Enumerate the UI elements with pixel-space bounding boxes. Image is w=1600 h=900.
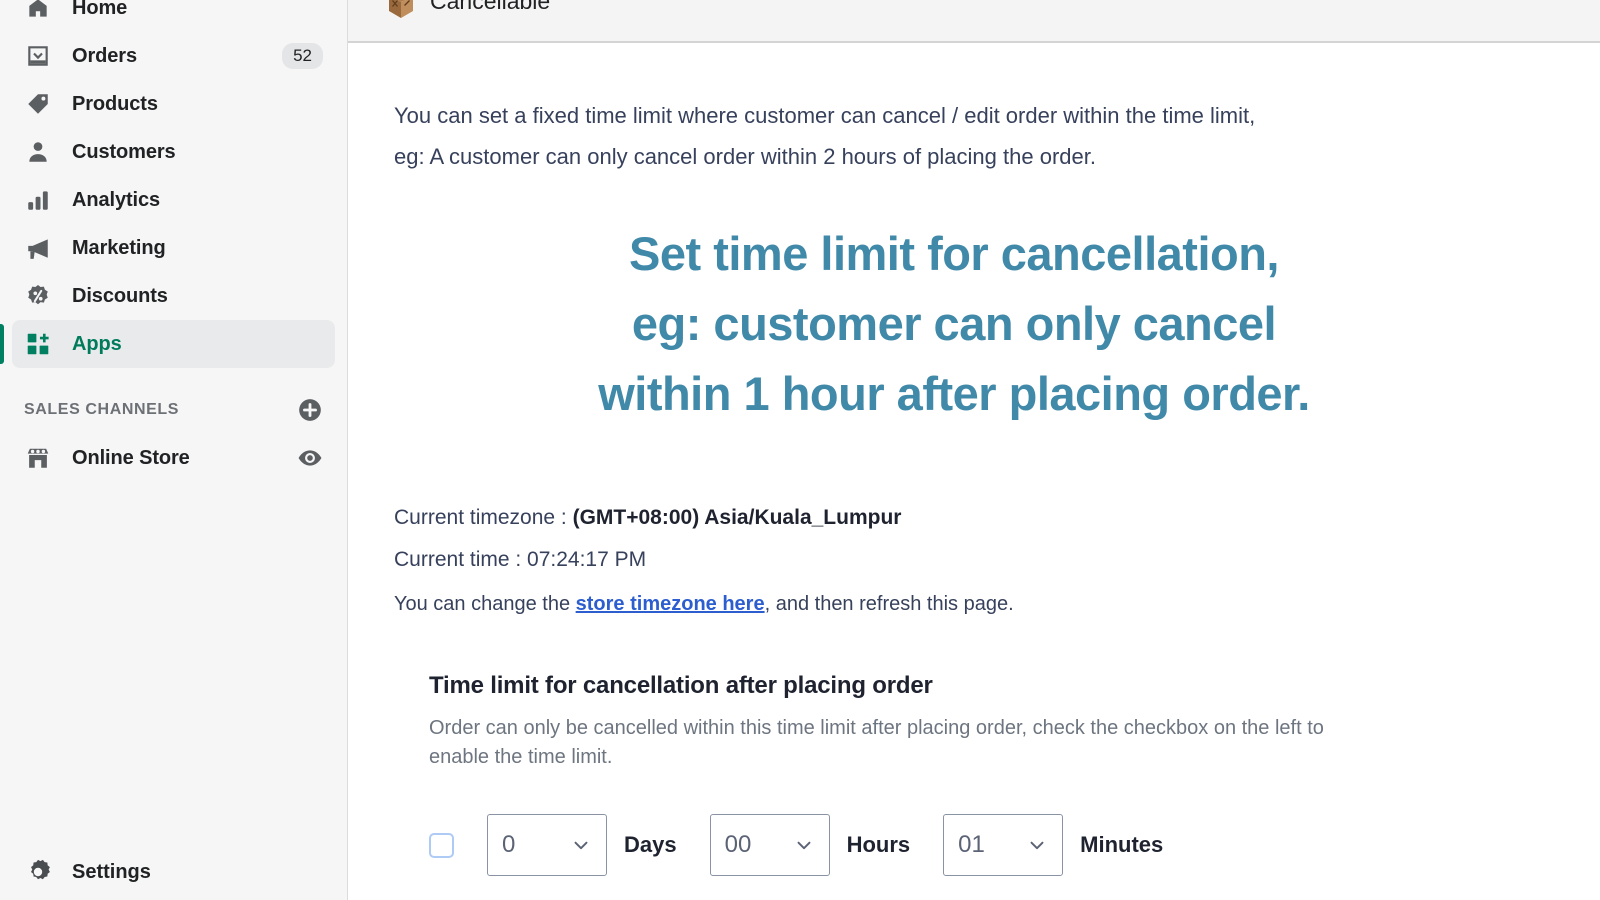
cancellable-box-icon bbox=[386, 0, 416, 27]
eye-icon[interactable] bbox=[297, 445, 323, 471]
app-header-bar: Cancellable bbox=[348, 0, 1600, 43]
storefront-icon bbox=[24, 444, 52, 472]
sidebar-item-label: Settings bbox=[72, 860, 151, 883]
sidebar-item-label: Discounts bbox=[72, 284, 168, 307]
sidebar-item-label: Customers bbox=[72, 140, 176, 163]
hero-line-3: within 1 hour after placing order. bbox=[598, 367, 1310, 420]
sidebar-item-label: Products bbox=[72, 92, 158, 115]
sidebar-item-label: Orders bbox=[72, 44, 137, 67]
current-time-row: Current time : 07:24:17 PM bbox=[394, 548, 647, 571]
change-timezone-prefix: You can change the bbox=[394, 593, 576, 615]
app-title: Cancellable bbox=[430, 0, 551, 14]
intro-line-2: eg: A customer can only cancel order wit… bbox=[394, 144, 1096, 169]
hero-line-1: Set time limit for cancellation, bbox=[629, 227, 1280, 280]
hours-select[interactable]: 00 bbox=[709, 814, 830, 876]
megaphone-icon bbox=[24, 234, 52, 262]
sidebar-item-label: Apps bbox=[72, 332, 122, 355]
primary-nav: Home Orders 52 Products Customers Analyt… bbox=[0, 0, 347, 482]
time-limit-controls-row: 0 Days 00 Hours 01 Minutes bbox=[429, 814, 1600, 876]
current-timezone-label: Current timezone : bbox=[394, 506, 573, 529]
sidebar-item-label: Analytics bbox=[72, 188, 161, 211]
page-body: You can set a fixed time limit where cus… bbox=[348, 95, 1600, 876]
app-root: Home Orders 52 Products Customers Analyt… bbox=[0, 0, 1600, 900]
sidebar-item-discounts[interactable]: Discounts bbox=[12, 272, 335, 320]
active-indicator-bar bbox=[0, 324, 4, 364]
main-content: Cancellable You can set a fixed time lim… bbox=[348, 0, 1600, 900]
gear-icon bbox=[24, 858, 52, 886]
apps-grid-plus-icon bbox=[24, 330, 52, 358]
hours-select-value: 00 bbox=[724, 831, 752, 858]
setting-title: Time limit for cancellation after placin… bbox=[429, 672, 933, 699]
discount-percent-icon bbox=[24, 282, 52, 310]
timezone-block: Current timezone : (GMT+08:00) Asia/Kual… bbox=[394, 497, 1600, 624]
sidebar-item-analytics[interactable]: Analytics bbox=[12, 176, 335, 224]
current-timezone-row: Current timezone : (GMT+08:00) Asia/Kual… bbox=[394, 497, 1600, 539]
hero-line-2: eg: customer can only cancel bbox=[631, 297, 1277, 350]
enable-time-limit-checkbox[interactable] bbox=[429, 832, 454, 858]
hours-unit-label: Hours bbox=[846, 832, 911, 857]
tag-icon bbox=[24, 90, 52, 118]
minutes-select[interactable]: 01 bbox=[943, 814, 1064, 876]
chevron-down-icon bbox=[793, 834, 815, 856]
plus-circle-icon[interactable] bbox=[297, 397, 323, 423]
intro-paragraph: You can set a fixed time limit where cus… bbox=[394, 95, 1394, 177]
sales-channels-section-header: SALES CHANNELS bbox=[12, 386, 335, 434]
sidebar-item-apps[interactable]: Apps bbox=[0, 320, 335, 368]
hero-heading: Set time limit for cancellation, eg: cus… bbox=[394, 219, 1514, 429]
sidebar-item-label: Home bbox=[72, 0, 128, 19]
change-timezone-row: You can change the store timezone here, … bbox=[394, 584, 1600, 624]
sidebar-item-settings[interactable]: Settings bbox=[0, 844, 347, 900]
current-timezone-value: (GMT+08:00) Asia/Kuala_Lumpur bbox=[572, 506, 902, 529]
home-icon bbox=[24, 0, 52, 22]
sidebar-item-products[interactable]: Products bbox=[12, 80, 335, 128]
orders-inbox-icon bbox=[24, 42, 52, 70]
sidebar-item-label: Marketing bbox=[72, 236, 166, 259]
chevron-down-icon bbox=[570, 834, 592, 856]
days-unit-label: Days bbox=[624, 832, 677, 857]
section-label: SALES CHANNELS bbox=[24, 401, 180, 418]
time-limit-setting: Time limit for cancellation after placin… bbox=[394, 672, 1600, 876]
sidebar-item-home[interactable]: Home bbox=[12, 0, 335, 32]
person-icon bbox=[24, 138, 52, 166]
minutes-select-value: 01 bbox=[958, 831, 985, 858]
sidebar-item-orders[interactable]: Orders 52 bbox=[12, 32, 335, 80]
intro-line-1: You can set a fixed time limit where cus… bbox=[394, 103, 1256, 128]
days-select-value: 0 bbox=[502, 831, 516, 858]
sidebar-item-online-store[interactable]: Online Store bbox=[12, 434, 335, 482]
orders-count-badge: 52 bbox=[282, 42, 323, 70]
sidebar-item-marketing[interactable]: Marketing bbox=[12, 224, 335, 272]
chevron-down-icon bbox=[1026, 834, 1048, 856]
bar-chart-icon bbox=[24, 186, 52, 214]
setting-description: Order can only be cancelled within this … bbox=[429, 717, 1324, 768]
days-select[interactable]: 0 bbox=[487, 814, 607, 876]
store-timezone-link[interactable]: store timezone here bbox=[576, 593, 765, 615]
sidebar-item-customers[interactable]: Customers bbox=[12, 128, 335, 176]
minutes-unit-label: Minutes bbox=[1080, 832, 1164, 857]
sidebar: Home Orders 52 Products Customers Analyt… bbox=[0, 0, 348, 900]
sidebar-item-label: Online Store bbox=[72, 446, 190, 469]
change-timezone-suffix: , and then refresh this page. bbox=[764, 593, 1014, 615]
